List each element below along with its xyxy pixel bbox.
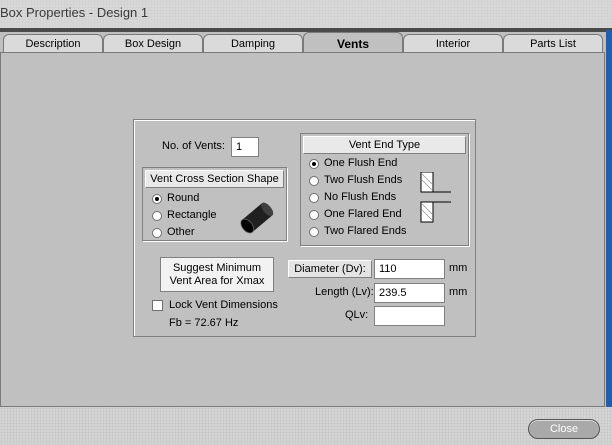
suggest-line-1: Suggest Minimum (172, 262, 262, 274)
diameter-unit: mm (449, 262, 468, 274)
cross-section-header: Vent Cross Section Shape (145, 170, 284, 188)
one-flush-end-label[interactable]: One Flush End (324, 157, 397, 169)
radio-one-flared-end[interactable] (309, 210, 319, 220)
radio-one-flush-end[interactable] (309, 159, 319, 169)
two-flared-ends-label[interactable]: Two Flared Ends (324, 225, 407, 237)
length-unit: mm (449, 286, 468, 298)
diameter-label: Diameter (Dv): (288, 260, 372, 278)
other-label[interactable]: Other (167, 226, 195, 238)
tab-damping[interactable]: Damping (203, 34, 303, 52)
vent-count-field[interactable]: 1 (231, 137, 259, 157)
radio-two-flush-ends[interactable] (309, 176, 319, 186)
suggest-min-vent-area-button[interactable]: Suggest Minimum Vent Area for Xmax (160, 257, 274, 292)
no-flush-ends-label[interactable]: No Flush Ends (324, 191, 396, 203)
round-label[interactable]: Round (167, 192, 199, 204)
radio-rectangle[interactable] (152, 211, 162, 221)
lock-dimensions-label[interactable]: Lock Vent Dimensions (169, 299, 278, 311)
end-type-header: Vent End Type (303, 136, 466, 154)
diameter-field[interactable]: 110 (374, 259, 445, 279)
lock-dimensions-checkbox[interactable] (152, 300, 163, 311)
radio-round[interactable] (152, 194, 162, 204)
radio-no-flush-ends[interactable] (309, 193, 319, 203)
flush-end-icon (420, 172, 451, 223)
footer-bar (0, 407, 612, 445)
tab-interior[interactable]: Interior (403, 34, 503, 52)
qlv-label: QLv: (345, 309, 369, 321)
two-flush-ends-label[interactable]: Two Flush Ends (324, 174, 402, 186)
close-button[interactable]: Close (528, 419, 600, 439)
tab-box-design[interactable]: Box Design (103, 34, 203, 52)
fb-readout: Fb = 72.67 Hz (169, 317, 239, 329)
tab-vents[interactable]: Vents (303, 32, 403, 54)
length-label: Length (Lv): (315, 286, 374, 298)
qlv-field[interactable] (374, 306, 445, 326)
tab-description[interactable]: Description (3, 34, 103, 52)
tab-parts-list[interactable]: Parts List (503, 34, 603, 52)
cylinder-icon (240, 202, 274, 234)
length-field[interactable]: 239.5 (374, 283, 445, 303)
vent-count-label: No. of Vents: (162, 140, 225, 152)
radio-two-flared-ends[interactable] (309, 227, 319, 237)
one-flared-end-label[interactable]: One Flared End (324, 208, 402, 220)
vents-settings-box: No. of Vents: 1 Vent Cross Section Shape… (133, 119, 476, 337)
radio-other[interactable] (152, 228, 162, 238)
window-title: Box Properties - Design 1 (0, 5, 149, 20)
window-edge (606, 30, 612, 410)
suggest-line-2: Vent Area for Xmax (169, 275, 265, 287)
rectangle-label[interactable]: Rectangle (167, 209, 217, 221)
